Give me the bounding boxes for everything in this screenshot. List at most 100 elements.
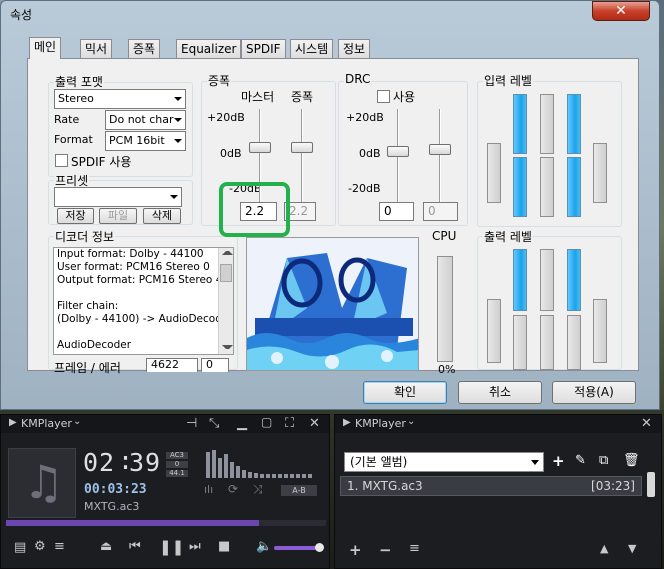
channel-mode-select[interactable]: Stereo xyxy=(54,89,186,109)
volume-knob[interactable] xyxy=(315,543,324,552)
rate-select[interactable]: Do not char xyxy=(105,110,186,130)
input-meter-side-left xyxy=(487,143,501,203)
gain-top-label: +20dB xyxy=(207,111,245,124)
tab-mixer[interactable]: 믹서 xyxy=(80,39,113,59)
input-meter-1-bottom xyxy=(513,157,527,217)
settings-icon[interactable]: ⚙ xyxy=(34,539,46,554)
pin-icon[interactable]: ⊣ xyxy=(186,416,197,431)
playlist-item-name: 1. MXTG.ac3 xyxy=(347,479,423,493)
compact-icon[interactable]: ⤡ xyxy=(209,416,219,431)
gain-slider-thumb[interactable] xyxy=(291,142,313,153)
playlist-menu-icon[interactable]: ≡ xyxy=(409,541,420,556)
stop-icon[interactable]: ■ xyxy=(218,539,230,554)
properties-dialog: 속성 ✕ 메인 믹서 증폭 Equalizer SPDIF 시스템 정보 출력 … xyxy=(0,0,660,410)
next-icon[interactable]: ⏭ xyxy=(189,539,201,554)
scroll-thumb[interactable] xyxy=(220,264,232,282)
seek-bar-fill xyxy=(6,520,259,526)
album-select-arrow xyxy=(531,460,539,465)
cancel-button[interactable]: 취소 xyxy=(458,381,542,404)
playlist-scrollbar[interactable] xyxy=(647,472,655,497)
preset-select[interactable] xyxy=(54,187,182,207)
drc-use-checkbox[interactable] xyxy=(377,90,390,103)
channels-badge: 0 xyxy=(166,461,188,468)
album-art: ♫ xyxy=(8,448,76,518)
edit-album-icon[interactable]: ✎ xyxy=(575,453,586,468)
tab-equalizer[interactable]: Equalizer xyxy=(176,39,242,59)
ac3filter-logo xyxy=(246,237,419,371)
decoder-line: Output format: PCM16 Stereo 441 xyxy=(57,274,234,286)
drc-value1-field[interactable]: 0 xyxy=(379,202,414,221)
output-meter-2-bottom xyxy=(540,315,554,370)
decoder-line: AudioDecoder xyxy=(57,339,132,351)
drc-bottom-label: -20dB xyxy=(348,182,381,195)
output-meter-1-bottom xyxy=(513,315,527,370)
tab-main[interactable]: 메인 xyxy=(29,37,62,59)
playlist-remove-icon[interactable]: − xyxy=(379,541,392,559)
delete-album-icon[interactable]: 🗑 xyxy=(623,453,640,468)
input-meter-2-top xyxy=(540,94,554,154)
copy-album-icon[interactable]: ⧉ xyxy=(599,453,608,468)
ab-repeat-badge[interactable]: A-B xyxy=(281,485,317,496)
preset-file-button[interactable]: 파일 xyxy=(99,208,137,224)
move-down-icon[interactable]: ▼ xyxy=(628,542,636,555)
spectrum-visualizer xyxy=(206,450,312,478)
decoder-info-label: 디코더 정보 xyxy=(54,228,116,245)
decoder-scrollbar[interactable] xyxy=(218,248,233,354)
playlist-toggle-icon[interactable]: ▤ xyxy=(14,540,26,555)
output-level-label: 출력 레벨 xyxy=(483,228,533,245)
drc-top-label: +20dB xyxy=(346,111,384,124)
cpu-value: 0% xyxy=(438,363,456,376)
previous-icon[interactable]: ⏮ xyxy=(129,539,141,554)
seek-bar[interactable] xyxy=(6,520,326,526)
output-meter-side-right xyxy=(593,299,607,363)
spdif-checkbox[interactable] xyxy=(55,154,68,167)
tab-system[interactable]: 시스템 xyxy=(290,39,334,59)
move-up-icon[interactable]: ▲ xyxy=(600,542,608,555)
drc-value2-field[interactable]: 0 xyxy=(423,202,458,221)
menu-icon[interactable]: ≡ xyxy=(54,539,65,554)
master-slider-thumb[interactable] xyxy=(249,142,271,153)
highlight-box xyxy=(219,182,290,237)
preset-delete-button[interactable]: 삭제 xyxy=(143,208,181,224)
tab-spdif[interactable]: SPDIF xyxy=(241,39,286,59)
close-icon[interactable]: ✕ xyxy=(309,416,320,431)
eq-icon[interactable]: ılı xyxy=(204,483,213,496)
codec-badge: AC3 xyxy=(166,452,188,459)
add-album-icon[interactable]: + xyxy=(552,452,565,470)
playlist-title: KMPlayer xyxy=(355,417,406,430)
volume-slider[interactable] xyxy=(274,546,320,550)
input-meter-1-top xyxy=(513,94,527,154)
time-minutes: 02 xyxy=(83,448,116,477)
apply-button[interactable]: 적용(A) xyxy=(552,381,636,404)
time-seconds: 39 xyxy=(129,448,162,477)
pause-icon[interactable]: ❚❚ xyxy=(159,538,184,556)
gain-mid-label: 0dB xyxy=(220,147,242,160)
playlist-item[interactable]: 1. MXTG.ac3 [03:23] xyxy=(340,476,642,496)
drc-slider2-thumb[interactable] xyxy=(429,144,451,155)
playlist-item-duration: [03:23] xyxy=(591,479,635,493)
volume-icon[interactable]: 🔈 xyxy=(256,539,272,554)
drc-slider1-thumb[interactable] xyxy=(387,146,409,157)
album-select[interactable]: (기본 앨범) xyxy=(344,452,544,472)
output-meter-2-top xyxy=(540,249,554,311)
tab-info[interactable]: 정보 xyxy=(338,39,371,59)
menu-chevron-icon[interactable]: ⌄ xyxy=(73,416,81,427)
restore-icon[interactable]: ▢ xyxy=(261,415,272,429)
music-note-icon: ♫ xyxy=(23,455,65,509)
ok-button[interactable]: 확인 xyxy=(363,381,447,404)
tab-amplify[interactable]: 증폭 xyxy=(128,39,161,59)
close-button[interactable]: ✕ xyxy=(592,1,650,21)
repeat-icon[interactable]: ⟳ xyxy=(228,482,238,496)
eject-icon[interactable]: ⏏ xyxy=(100,539,112,554)
decoder-line: User format: PCM16 Stereo 0 xyxy=(57,261,210,273)
playlist-add-icon[interactable]: + xyxy=(349,541,362,559)
minimize-icon[interactable]: ▁ xyxy=(237,416,247,431)
playlist-window: ▶ KMPlayer ⌄ ✕ (기본 앨범) + ✎ ⧉ 🗑 1. MXTG.a… xyxy=(334,414,662,569)
output-meter-3-bottom xyxy=(567,315,581,370)
preset-save-button[interactable]: 저장 xyxy=(57,208,94,224)
playlist-menu-chevron-icon[interactable]: ⌄ xyxy=(407,416,415,427)
playlist-close-icon[interactable]: ✕ xyxy=(641,416,652,431)
fullscreen-icon[interactable]: ⛶ xyxy=(285,416,294,431)
format-select[interactable]: PCM 16bit xyxy=(105,131,186,151)
shuffle-icon[interactable]: ⤨ xyxy=(253,482,263,497)
